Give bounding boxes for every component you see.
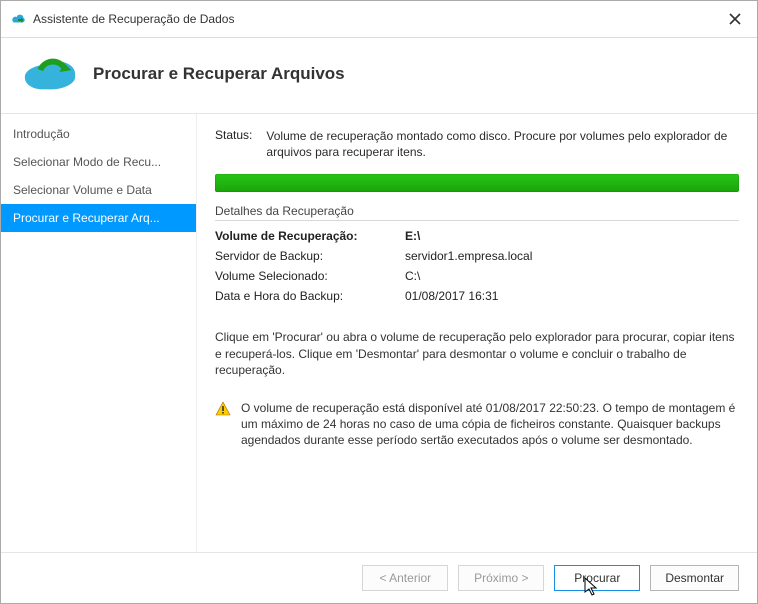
close-icon (729, 13, 741, 25)
label-backup-server: Servidor de Backup: (215, 249, 405, 263)
row-selected-volume: Volume Selecionado: C:\ (215, 269, 739, 283)
sidebar-item-browse-recover[interactable]: Procurar e Recuperar Arq... (1, 204, 196, 232)
value-backup-server: servidor1.empresa.local (405, 249, 532, 263)
recovery-details-title: Detalhes da Recuperação (215, 204, 739, 218)
status-label: Status: (215, 128, 254, 160)
value-backup-datetime: 01/08/2017 16:31 (405, 289, 498, 303)
status-row: Status: Volume de recuperação montado co… (215, 128, 739, 160)
divider (215, 220, 739, 221)
content: Status: Volume de recuperação montado co… (197, 114, 757, 552)
instructions-text: Clique em 'Procurar' ou abra o volume de… (215, 329, 739, 378)
footer: < Anterior Próximo > Procurar Desmontar (1, 552, 757, 603)
close-button[interactable] (723, 7, 747, 31)
next-button: Próximo > (458, 565, 544, 591)
back-button: < Anterior (362, 565, 448, 591)
value-recovery-volume: E:\ (405, 229, 420, 243)
cloud-restore-icon (21, 52, 79, 95)
row-backup-server: Servidor de Backup: servidor1.empresa.lo… (215, 249, 739, 263)
label-backup-datetime: Data e Hora do Backup: (215, 289, 405, 303)
titlebar: Assistente de Recuperação de Dados (1, 1, 757, 38)
browse-button[interactable]: Procurar (554, 565, 640, 591)
wizard-window: Assistente de Recuperação de Dados Procu… (0, 0, 758, 604)
warning-row: O volume de recuperação está disponível … (215, 400, 739, 449)
sidebar-item-volume-date[interactable]: Selecionar Volume e Data (1, 176, 196, 204)
label-recovery-volume: Volume de Recuperação: (215, 229, 405, 243)
sidebar-item-mode[interactable]: Selecionar Modo de Recu... (1, 148, 196, 176)
label-selected-volume: Volume Selecionado: (215, 269, 405, 283)
sidebar: Introdução Selecionar Modo de Recu... Se… (1, 114, 197, 552)
warning-text: O volume de recuperação está disponível … (241, 400, 739, 449)
window-title: Assistente de Recuperação de Dados (33, 12, 723, 26)
warning-icon (215, 401, 231, 449)
row-backup-datetime: Data e Hora do Backup: 01/08/2017 16:31 (215, 289, 739, 303)
value-selected-volume: C:\ (405, 269, 420, 283)
status-text: Volume de recuperação montado como disco… (266, 128, 739, 160)
header: Procurar e Recuperar Arquivos (1, 38, 757, 114)
progress-bar (215, 174, 739, 192)
body: Introdução Selecionar Modo de Recu... Se… (1, 114, 757, 552)
sidebar-item-intro[interactable]: Introdução (1, 120, 196, 148)
row-recovery-volume: Volume de Recuperação: E:\ (215, 229, 739, 243)
app-icon (11, 12, 27, 26)
unmount-button[interactable]: Desmontar (650, 565, 739, 591)
page-title: Procurar e Recuperar Arquivos (93, 64, 345, 84)
